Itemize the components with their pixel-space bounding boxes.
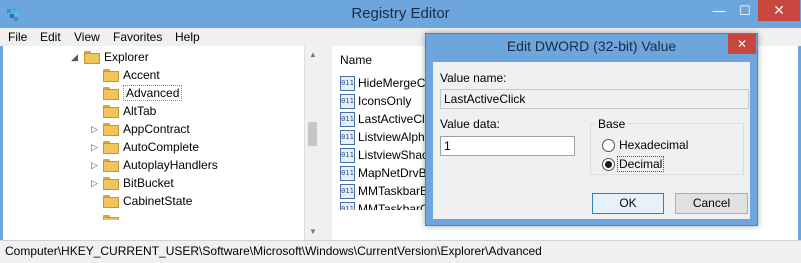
expand-arrow-icon[interactable]: ▷ <box>91 142 98 153</box>
tree-item-label: BitBucket <box>123 176 174 190</box>
list-item[interactable]: 011 HideMergeCo <box>340 74 432 92</box>
value-name: MMTaskbarG <box>358 202 430 210</box>
base-label: Base <box>596 117 628 131</box>
value-data-input[interactable]: 1 <box>440 136 575 156</box>
folder-icon <box>103 215 119 220</box>
decimal-radio[interactable] <box>602 158 615 171</box>
value-name: MMTaskbarE <box>358 184 429 198</box>
dword-value-icon: 011 <box>340 76 355 92</box>
folder-icon <box>103 123 119 137</box>
expand-arrow-icon[interactable]: ▷ <box>91 124 98 135</box>
dword-value-icon: 011 <box>340 202 355 210</box>
value-name: ListviewAlpha <box>358 130 432 144</box>
list-item[interactable]: 011 MMTaskbarG <box>340 200 429 210</box>
scroll-down-arrow-icon[interactable]: ▼ <box>309 227 317 236</box>
value-name-field: LastActiveClick <box>440 89 749 109</box>
registry-tree: ◢ Explorer Accent Advanced AltTab ▷ AppC… <box>3 46 304 240</box>
tree-item-label: Explorer <box>104 50 149 64</box>
folder-icon <box>103 87 119 101</box>
value-name: HideMergeCo <box>358 76 433 90</box>
close-button[interactable]: ✕ <box>758 0 800 21</box>
menu-file[interactable]: File <box>8 30 27 44</box>
folder-icon <box>103 177 119 191</box>
tree-item-appcontract[interactable]: AppContract <box>103 120 190 138</box>
tree-scrollbar-thumb[interactable] <box>308 122 317 146</box>
pane-splitter[interactable] <box>321 46 332 240</box>
dword-value-icon: 011 <box>340 184 355 200</box>
tree-item-advanced[interactable]: Advanced <box>103 84 183 102</box>
list-item[interactable]: 011 LastActiveCli <box>340 110 427 128</box>
tree-item-bitbucket[interactable]: BitBucket <box>103 174 174 192</box>
tree-item-label: AutoplayHandlers <box>123 158 218 172</box>
dword-value-icon: 011 <box>340 112 355 128</box>
folder-open-icon <box>84 51 100 65</box>
tree-item-label: AppContract <box>123 122 190 136</box>
status-bar: Computer\HKEY_CURRENT_USER\Software\Micr… <box>0 240 801 263</box>
tree-item-label: CabinetState <box>123 194 193 208</box>
menu-edit[interactable]: Edit <box>40 30 61 44</box>
dialog-title: Edit DWORD (32-bit) Value <box>506 38 677 54</box>
hexadecimal-radio[interactable] <box>602 139 615 152</box>
list-item[interactable]: 011 MapNetDrvBt <box>340 164 430 182</box>
list-item[interactable]: 011 ListviewAlpha <box>340 128 431 146</box>
list-item[interactable]: 011 ListviewShad <box>340 146 429 164</box>
folder-icon <box>103 69 119 83</box>
tree-item-accent[interactable]: Accent <box>103 66 160 84</box>
list-item[interactable]: 011 MMTaskbarE <box>340 182 428 200</box>
tree-item-partial[interactable] <box>103 212 123 220</box>
minimize-button[interactable]: — <box>706 0 732 21</box>
scroll-up-arrow-icon[interactable]: ▲ <box>309 50 317 59</box>
menu-view[interactable]: View <box>74 30 100 44</box>
folder-icon <box>103 141 119 155</box>
edit-dword-dialog: Edit DWORD (32-bit) Value ✕ Value name: … <box>425 33 758 226</box>
tree-item-alttab[interactable]: AltTab <box>103 102 156 120</box>
expand-arrow-icon[interactable]: ▷ <box>91 160 98 171</box>
tree-item-label: AutoComplete <box>123 140 200 154</box>
tree-item-explorer[interactable]: Explorer <box>84 48 149 66</box>
ok-button[interactable]: OK <box>592 193 664 214</box>
dword-value-icon: 011 <box>340 166 355 182</box>
tree-item-cabinetstate[interactable]: CabinetState <box>103 192 192 210</box>
window-title: Registry Editor <box>351 5 450 22</box>
tree-item-label: AltTab <box>123 104 157 118</box>
value-name: MapNetDrvBt <box>358 166 431 180</box>
tree-item-label: Accent <box>123 68 160 82</box>
dword-value-icon: 011 <box>340 148 355 164</box>
list-item[interactable]: 011 IconsOnly <box>340 92 411 110</box>
hexadecimal-label[interactable]: Hexadecimal <box>619 138 688 152</box>
dword-value-icon: 011 <box>340 130 355 146</box>
menu-favorites[interactable]: Favorites <box>113 30 162 44</box>
tree-item-autoplayhandlers[interactable]: AutoplayHandlers <box>103 156 218 174</box>
folder-icon <box>103 105 119 119</box>
dword-value-icon: 011 <box>340 94 355 110</box>
value-name: ListviewShad <box>358 148 429 162</box>
collapse-arrow-icon[interactable]: ◢ <box>71 52 78 63</box>
dialog-close-button[interactable]: ✕ <box>728 34 756 54</box>
expand-arrow-icon[interactable]: ▷ <box>91 178 98 189</box>
folder-icon <box>103 195 119 209</box>
dialog-body: Value name: LastActiveClick Value data: … <box>433 62 750 219</box>
title-bar[interactable]: Registry Editor — ☐ ✕ <box>0 0 801 28</box>
decimal-label[interactable]: Decimal <box>617 156 665 172</box>
menu-help[interactable]: Help <box>175 30 200 44</box>
tree-item-autocomplete[interactable]: AutoComplete <box>103 138 199 156</box>
folder-icon <box>103 159 119 173</box>
value-name: IconsOnly <box>358 94 412 108</box>
value-data-label: Value data: <box>440 117 500 131</box>
registry-editor-window: Registry Editor — ☐ ✕ File Edit View Fav… <box>0 0 801 263</box>
value-name-label: Value name: <box>440 71 507 85</box>
value-name: LastActiveCli <box>358 112 428 126</box>
tree-item-label: Advanced <box>123 85 183 101</box>
maximize-button[interactable]: ☐ <box>732 0 758 21</box>
cancel-button[interactable]: Cancel <box>675 193 748 214</box>
